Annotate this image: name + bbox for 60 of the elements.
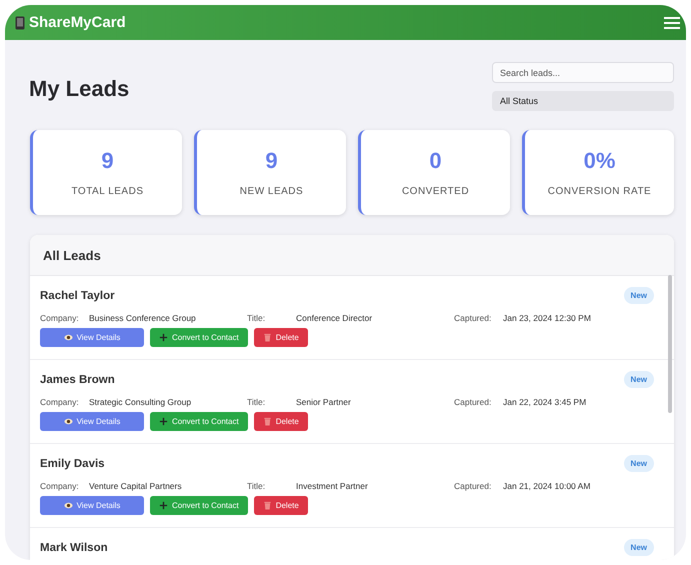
view-button[interactable]: View Details	[40, 328, 144, 347]
view-button[interactable]: View Details	[40, 412, 144, 431]
field-value: Investment Partner	[296, 481, 368, 491]
plus-icon	[159, 501, 168, 510]
field-label: Title:	[247, 313, 266, 323]
scrollbar[interactable]	[668, 275, 672, 413]
stat-label: CONVERSION RATE	[548, 186, 652, 197]
trash-icon	[262, 417, 272, 426]
field-label: Title:	[247, 481, 266, 491]
eye-icon	[64, 333, 73, 342]
stat-label: CONVERTED	[402, 186, 470, 197]
field-label: Captured:	[454, 397, 492, 407]
lead-name: Rachel Taylor	[40, 290, 115, 302]
field-label: Company:	[40, 397, 80, 407]
plus-icon	[159, 333, 168, 342]
phone-icon	[15, 16, 25, 30]
lead-name: James Brown	[40, 374, 115, 386]
convert-button[interactable]: Convert to Contact	[150, 328, 248, 347]
stat-value: 0	[429, 148, 442, 174]
app-brand: ShareMyCard	[29, 14, 126, 31]
page-title: My Leads	[29, 76, 130, 102]
field-value: Jan 22, 2024 3:45 PM	[503, 397, 586, 407]
convert-button[interactable]: Convert to Contact	[150, 496, 248, 515]
convert-button[interactable]: Convert to Contact	[150, 412, 248, 431]
field-value: Senior Partner	[296, 397, 351, 407]
stat-value: 9	[265, 148, 278, 174]
stat-value: 0%	[584, 148, 616, 174]
search-field[interactable]: Search leads...	[492, 62, 674, 83]
field-label: Company:	[40, 313, 80, 323]
field-value: Venture Capital Partners	[89, 481, 182, 491]
field-value: Strategic Consulting Group	[89, 397, 192, 407]
view-button[interactable]: View Details	[40, 496, 144, 515]
field-label: Company:	[40, 481, 80, 491]
panel-title: All Leads	[43, 248, 101, 262]
stat-value: 9	[101, 148, 114, 174]
status-badge: New	[624, 455, 654, 472]
field-value: Conference Director	[296, 313, 372, 323]
field-value: Jan 23, 2024 12:30 PM	[503, 313, 591, 323]
menu-icon[interactable]	[664, 16, 680, 30]
stat-label: NEW LEADS	[240, 186, 304, 197]
eye-icon	[64, 417, 73, 426]
field-label: Captured:	[454, 481, 492, 491]
delete-button[interactable]: Delete	[254, 328, 308, 347]
stat-label: TOTAL LEADS	[71, 186, 144, 197]
delete-button[interactable]: Delete	[254, 412, 308, 431]
eye-icon	[64, 501, 73, 510]
status-badge: New	[624, 539, 654, 556]
lead-name: Emily Davis	[40, 458, 105, 470]
delete-button[interactable]: Delete	[254, 496, 308, 515]
status-badge: New	[624, 371, 654, 388]
plus-icon	[159, 417, 168, 426]
field-value: Business Conference Group	[89, 313, 196, 323]
trash-icon	[262, 333, 272, 342]
field-value: Jan 21, 2024 10:00 AM	[503, 481, 590, 491]
status-badge: New	[624, 287, 654, 304]
field-label: Captured:	[454, 313, 492, 323]
lead-name: Mark Wilson	[40, 542, 108, 554]
field-label: Title:	[247, 397, 266, 407]
status-dropdown[interactable]: All Status	[492, 91, 674, 111]
trash-icon	[262, 501, 272, 510]
